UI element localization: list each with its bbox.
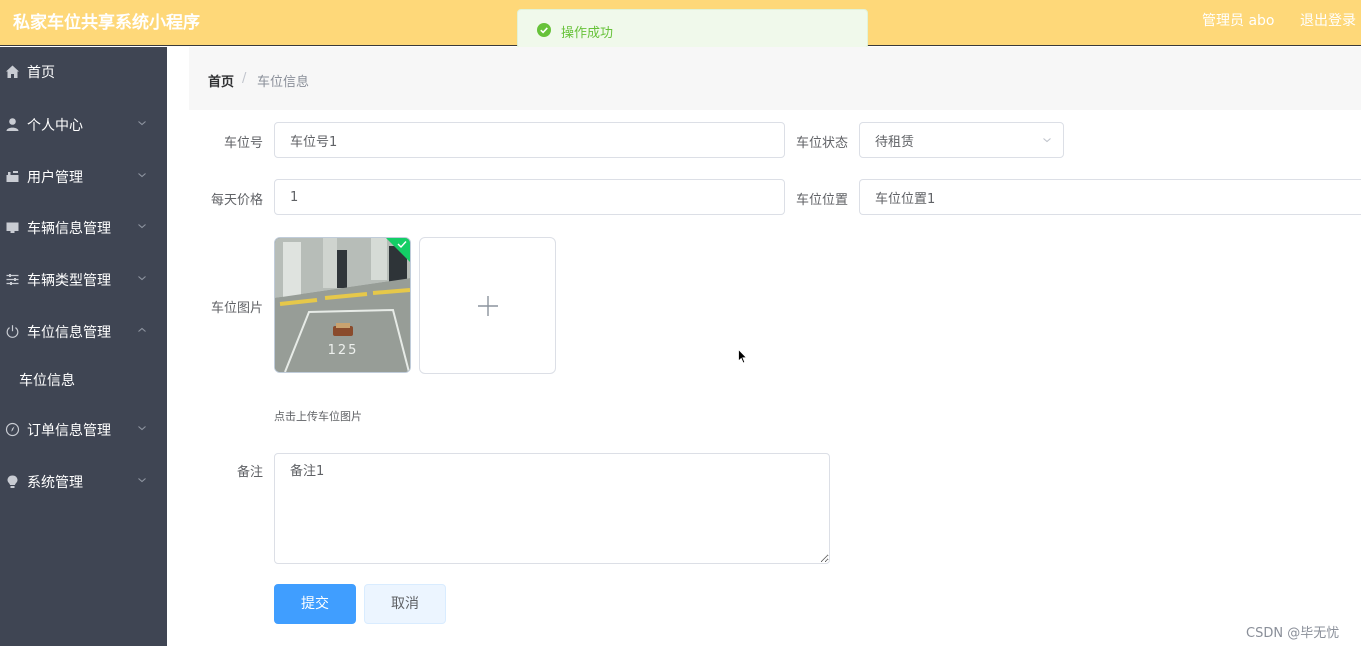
sidebar-item-label: 车辆类型管理 xyxy=(27,273,111,289)
uploaded-spot-image[interactable]: 125 xyxy=(274,237,411,373)
mouse-cursor-icon xyxy=(738,349,748,364)
power-icon xyxy=(6,325,19,338)
chevron-up-icon xyxy=(138,327,146,332)
sidebar-item-label: 车辆信息管理 xyxy=(27,221,111,237)
spot-status-value[interactable] xyxy=(859,122,1064,158)
cancel-button[interactable]: 取消 xyxy=(364,584,446,624)
daily-price-input[interactable] xyxy=(274,179,785,215)
sidebar-item-label: 首页 xyxy=(27,65,55,81)
check-circle-icon xyxy=(537,23,551,37)
sidebar-item-label: 个人中心 xyxy=(27,118,83,134)
spot-status-label: 车位状态 xyxy=(796,136,849,151)
breadcrumb-current: 车位信息 xyxy=(257,75,310,90)
plus-icon xyxy=(478,296,498,316)
add-image-button[interactable] xyxy=(419,237,556,374)
sidebar-item-label: 订单信息管理 xyxy=(27,423,111,439)
chevron-down-icon xyxy=(138,121,146,126)
sidebar-item-label: 系统管理 xyxy=(27,475,83,491)
user-icon xyxy=(6,118,19,131)
success-toast: 操作成功 xyxy=(517,9,868,49)
sidebar-item-user-management[interactable]: 用户管理 xyxy=(0,157,167,197)
sidebar-item-system[interactable]: 系统管理 xyxy=(0,462,167,502)
spot-location-input[interactable] xyxy=(859,179,1361,215)
admin-user-label: 管理员 abo xyxy=(1202,13,1275,29)
chevron-down-icon xyxy=(138,224,146,229)
upload-tip: 点击上传车位图片 xyxy=(274,410,362,423)
chevron-down-icon xyxy=(138,276,146,281)
logout-link[interactable]: 退出登录 xyxy=(1300,10,1356,30)
submit-button[interactable]: 提交 xyxy=(274,584,356,624)
monitor-icon xyxy=(6,222,19,233)
sidebar-item-vehicle-info[interactable]: 车辆信息管理 xyxy=(0,208,167,248)
sidebar-item-label: 用户管理 xyxy=(27,170,83,186)
toast-message: 操作成功 xyxy=(561,26,614,41)
spot-number-input[interactable] xyxy=(274,122,785,158)
chevron-down-icon xyxy=(138,173,146,178)
remark-textarea[interactable]: 备注1 xyxy=(274,453,830,564)
home-icon xyxy=(6,65,19,78)
sidebar-item-label: 车位信息管理 xyxy=(27,325,111,341)
sidebar-item-home[interactable]: 首页 xyxy=(0,52,167,92)
spot-number-label: 车位号 xyxy=(224,136,264,151)
sidebar-menu: 首页 个人中心 用户管理 车辆信息管理 车辆类型管理 车位信息管理 车位信息 订… xyxy=(0,47,167,646)
sidebar-subitem-spot-info[interactable]: 车位信息 xyxy=(0,362,167,398)
sidebar-item-spot-info-management[interactable]: 车位信息管理 xyxy=(0,312,167,352)
spot-number-marking: 125 xyxy=(328,343,359,358)
spot-image-label: 车位图片 xyxy=(211,301,264,316)
watermark: CSDN @毕无忧 xyxy=(1246,626,1340,641)
daily-price-label: 每天价格 xyxy=(211,193,264,208)
spot-location-label: 车位位置 xyxy=(796,193,849,208)
spot-status-select[interactable] xyxy=(859,122,1064,158)
sidebar-subitem-label: 车位信息 xyxy=(19,373,75,389)
chevron-down-icon xyxy=(138,426,146,431)
check-icon xyxy=(386,238,410,262)
sidebar-item-personal-center[interactable]: 个人中心 xyxy=(0,105,167,145)
breadcrumb: 首页 / 车位信息 xyxy=(189,47,1361,110)
chevron-down-icon xyxy=(138,478,146,483)
chevron-down-icon xyxy=(1043,138,1051,143)
bulb-icon xyxy=(7,475,18,488)
breadcrumb-home[interactable]: 首页 xyxy=(208,71,234,90)
sidebar-item-vehicle-type[interactable]: 车辆类型管理 xyxy=(0,260,167,300)
sidebar-item-order-info[interactable]: 订单信息管理 xyxy=(0,410,167,450)
breadcrumb-separator: / xyxy=(242,71,247,86)
compass-icon xyxy=(5,422,20,437)
users-icon xyxy=(6,171,19,182)
app-title: 私家车位共享系统小程序 xyxy=(13,13,200,33)
remark-label: 备注 xyxy=(237,465,264,480)
sliders-icon xyxy=(6,274,19,285)
